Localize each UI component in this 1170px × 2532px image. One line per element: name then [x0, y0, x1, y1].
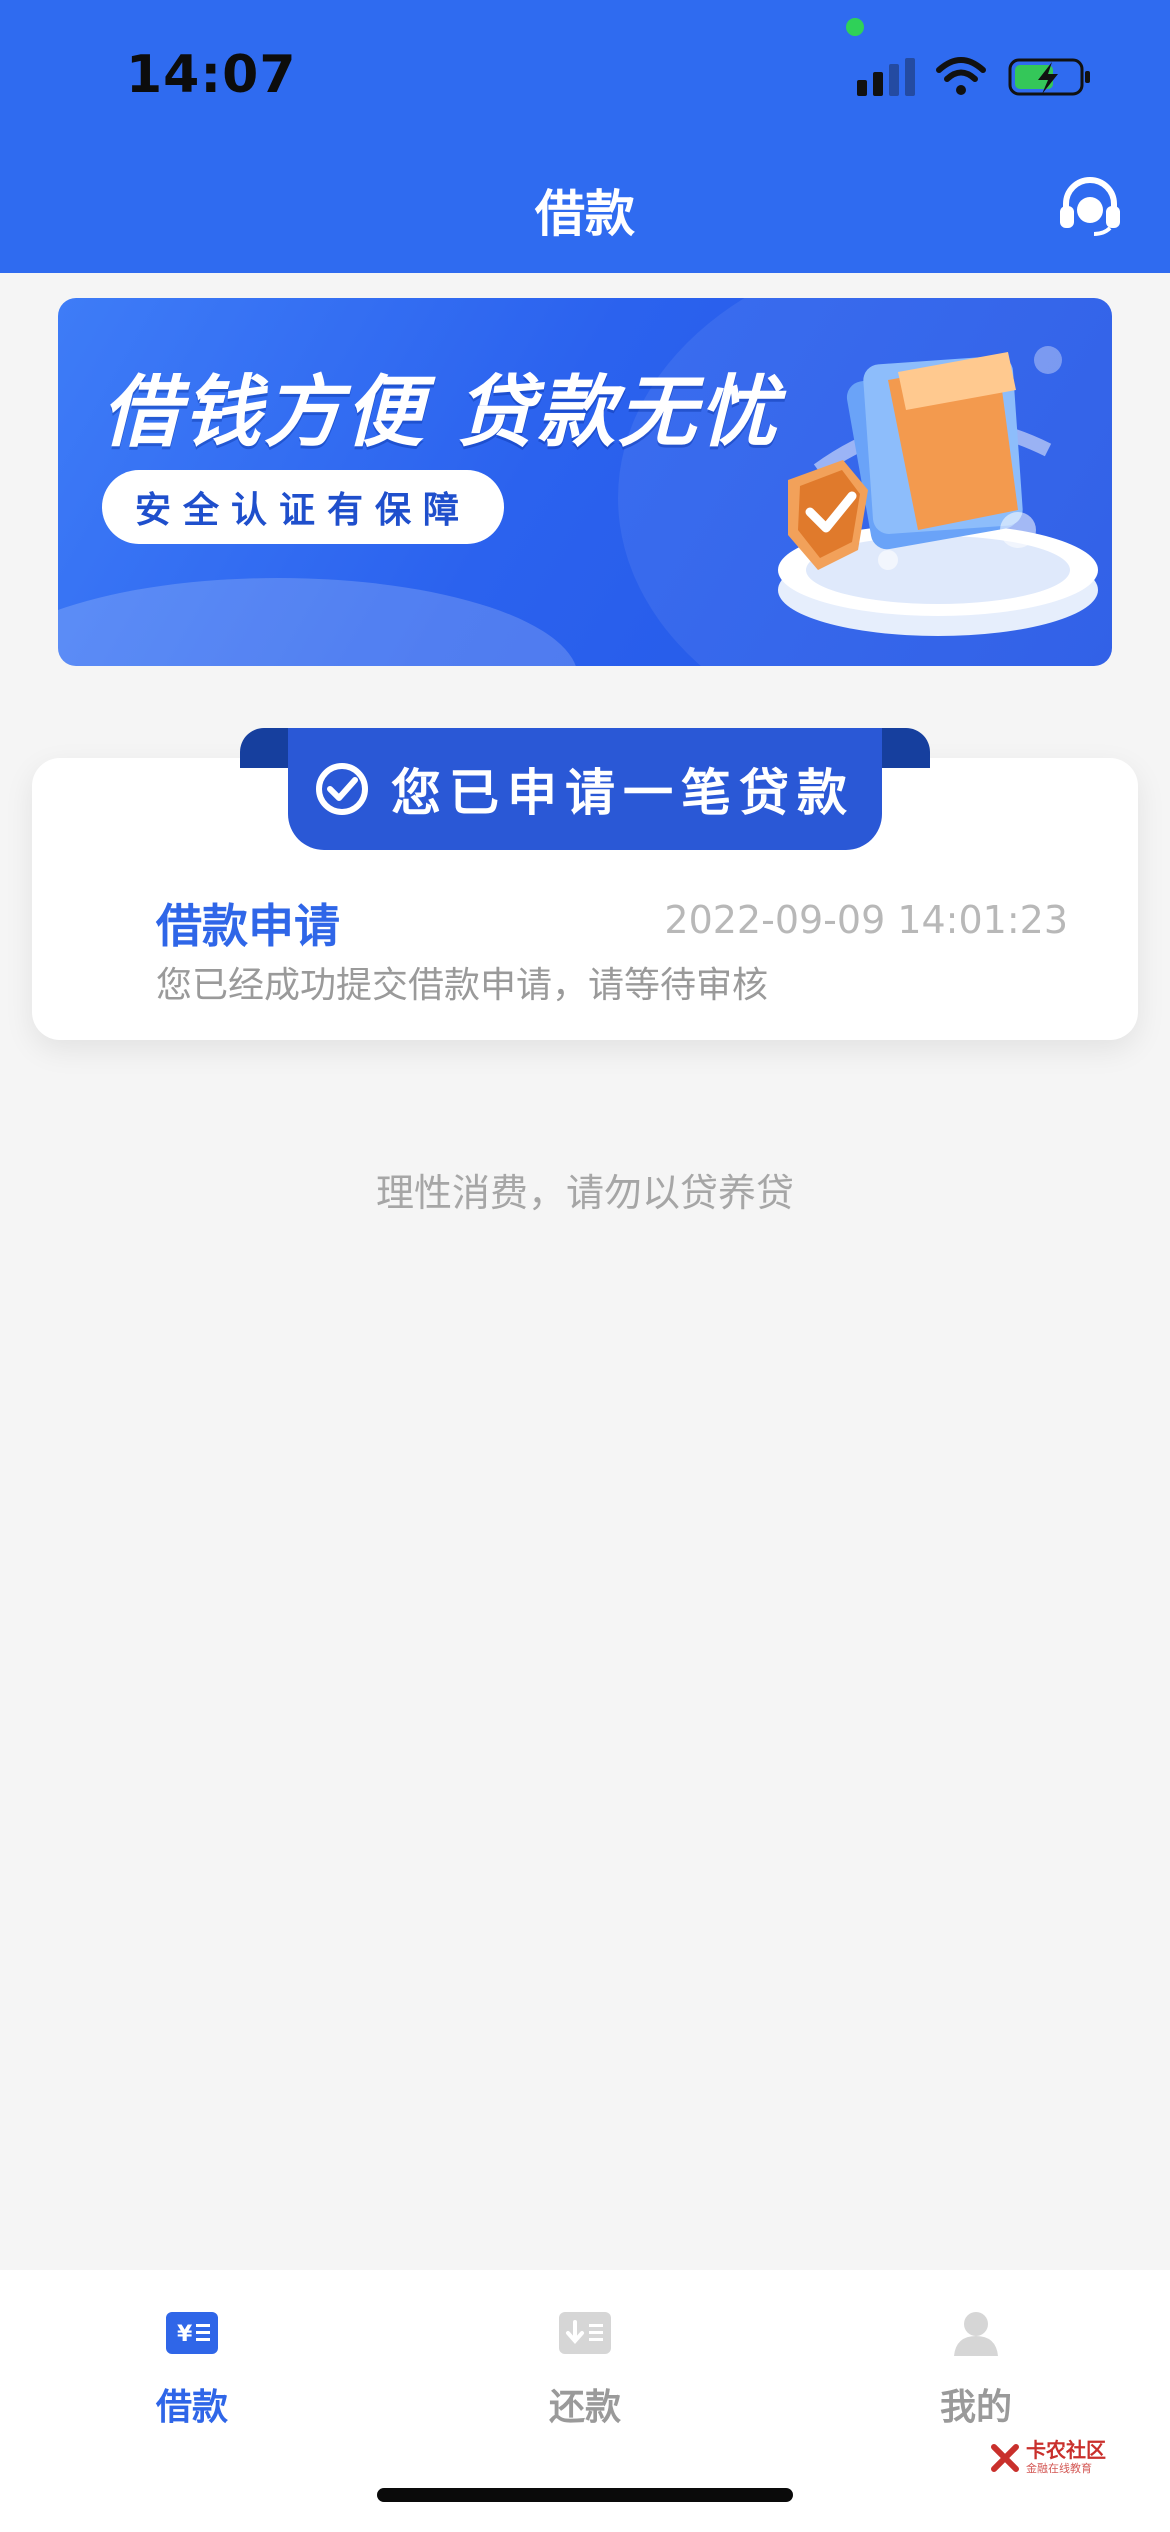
responsible-borrowing-tip: 理性消费，请勿以贷养贷: [375, 1171, 794, 1215]
page-title: 借款: [535, 185, 635, 243]
banner-headline: 借钱方便 贷款无忧: [102, 368, 781, 458]
headset-icon[interactable]: [1058, 176, 1122, 236]
promo-banner[interactable]: 借钱方便 贷款无忧 安全认证有保障: [58, 298, 1112, 666]
folder-shield-illustration: [778, 346, 1098, 636]
check-circle-icon: [316, 763, 368, 815]
wifi-icon: [936, 57, 986, 95]
status-ribbon-text: 您已申请一笔贷款: [391, 764, 855, 822]
tab-label: 借款: [155, 2387, 228, 2428]
repay-icon: [559, 2312, 611, 2354]
banner-security-pill: 安全认证有保障: [102, 470, 504, 544]
application-timestamp: 2022-09-09 14:01:23: [664, 898, 1068, 942]
svg-text:¥: ¥: [177, 2322, 193, 2347]
home-indicator[interactable]: [377, 2488, 793, 2502]
application-title: 借款申请: [156, 899, 340, 953]
camera-indicator-dot: [846, 18, 864, 36]
tab-repay[interactable]: 还款: [465, 2270, 705, 2450]
profile-icon: [954, 2312, 998, 2356]
watermark-name: 卡农社区: [1026, 2438, 1106, 2462]
application-description: 您已经成功提交借款申请，请等待审核: [156, 965, 769, 1006]
banner-decoration: [58, 578, 578, 666]
watermark: 卡农社区 金融在线教育: [990, 2440, 1106, 2476]
battery-charging-icon: [1008, 58, 1090, 96]
cellular-signal-icon: [857, 58, 915, 96]
status-ribbon: 您已申请一笔贷款: [288, 728, 882, 850]
watermark-sub: 金融在线教育: [1026, 2462, 1092, 2475]
status-time: 14:07: [126, 45, 297, 105]
watermark-logo-icon: [991, 2444, 1019, 2472]
tab-label: 我的: [939, 2387, 1012, 2428]
tab-loan[interactable]: ¥ 借款: [72, 2270, 312, 2450]
tab-label: 还款: [548, 2387, 621, 2428]
loan-icon: ¥: [166, 2312, 218, 2354]
tab-profile[interactable]: 我的: [856, 2270, 1096, 2450]
